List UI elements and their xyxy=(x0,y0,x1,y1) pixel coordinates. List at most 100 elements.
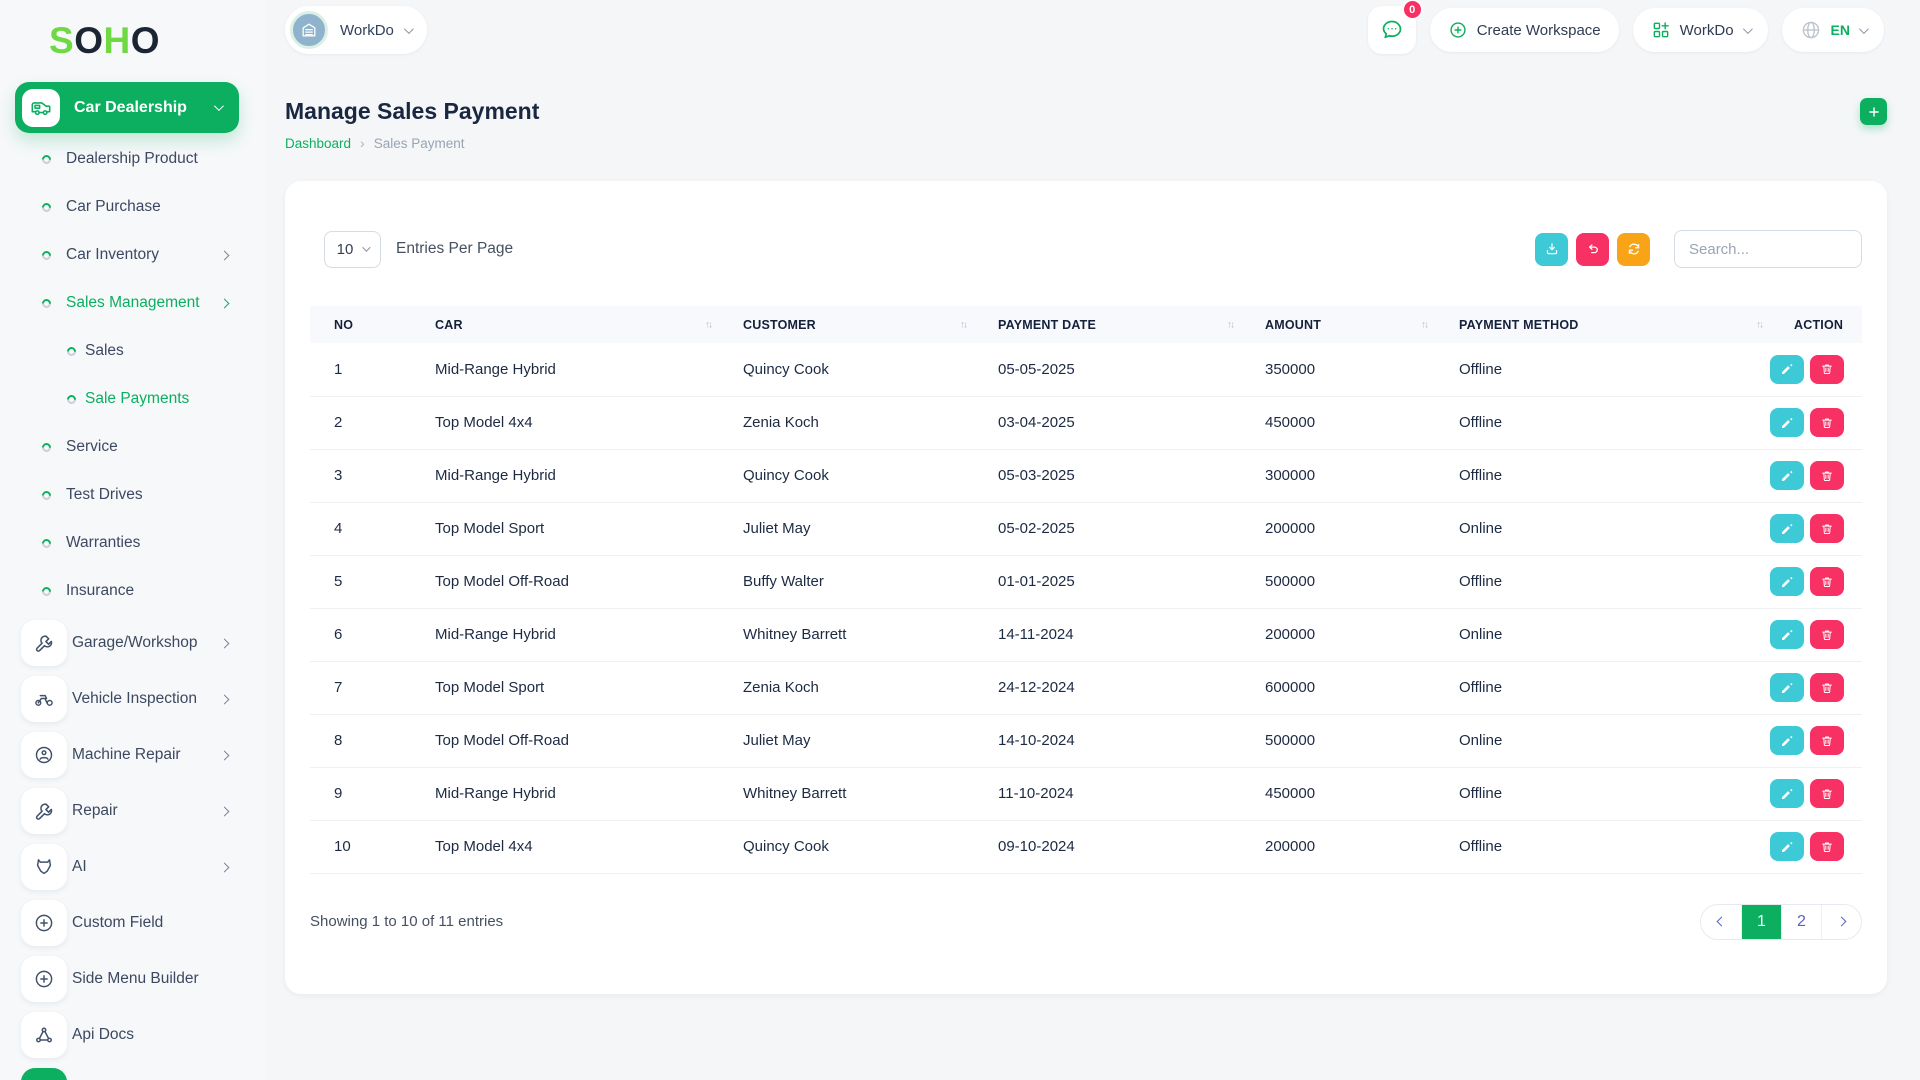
add-payment-button[interactable] xyxy=(1860,98,1887,125)
sidebar-item[interactable]: Warranties xyxy=(0,519,265,567)
edit-button[interactable] xyxy=(1770,673,1804,702)
cell-payment-date: 03-04-2025 xyxy=(974,396,1241,449)
pagination-next[interactable] xyxy=(1821,905,1861,939)
workspace-selector[interactable]: WorkDo xyxy=(285,6,427,54)
delete-button[interactable] xyxy=(1810,408,1844,437)
menu-icon xyxy=(21,788,67,834)
sidebar-item[interactable]: Car Purchase xyxy=(0,183,265,231)
sort-icon: ↑↓ xyxy=(1421,319,1427,330)
column-header[interactable]: CAR ↑↓ xyxy=(411,306,719,343)
column-header[interactable]: NO xyxy=(310,306,411,343)
cell-no: 5 xyxy=(310,555,411,608)
column-header[interactable]: CUSTOMER ↑↓ xyxy=(719,306,974,343)
sidebar-item[interactable]: Test Drives xyxy=(0,471,265,519)
refresh-icon xyxy=(1626,241,1642,257)
app-button-label: Car Dealership xyxy=(74,99,187,117)
sidebar-item[interactable]: Machine Repair xyxy=(0,727,265,783)
column-header[interactable]: PAYMENT METHOD ↑↓ xyxy=(1435,306,1770,343)
page-title: Manage Sales Payment xyxy=(285,98,539,125)
cell-amount: 450000 xyxy=(1241,396,1435,449)
edit-button[interactable] xyxy=(1770,461,1804,490)
delete-button[interactable] xyxy=(1810,567,1844,596)
sidebar-item-car-dealership[interactable]: Car Dealership xyxy=(15,82,239,133)
reset-button[interactable] xyxy=(1576,233,1609,266)
language-selector[interactable]: EN xyxy=(1782,8,1884,52)
cell-car: Mid-Range Hybrid xyxy=(411,449,719,502)
sidebar-item[interactable]: Service xyxy=(0,423,265,471)
edit-button[interactable] xyxy=(1770,620,1804,649)
delete-button[interactable] xyxy=(1810,355,1844,384)
trash-icon xyxy=(1820,681,1834,695)
sidebar-item[interactable]: Sales xyxy=(0,327,265,375)
cell-amount: 600000 xyxy=(1241,661,1435,714)
entries-per-page-select[interactable]: 10 xyxy=(324,231,381,268)
search-input[interactable] xyxy=(1674,230,1862,268)
sidebar-item[interactable]: Garage/Workshop xyxy=(0,615,265,671)
sidebar-item[interactable]: Car Inventory xyxy=(0,231,265,279)
pencil-icon xyxy=(1780,628,1794,642)
workspace-name: WorkDo xyxy=(340,22,394,39)
column-header[interactable]: PAYMENT DATE ↑↓ xyxy=(974,306,1241,343)
pencil-icon xyxy=(1780,522,1794,536)
sidebar-item[interactable]: Dealership Product xyxy=(0,135,265,183)
cell-no: 4 xyxy=(310,502,411,555)
delete-button[interactable] xyxy=(1810,726,1844,755)
menu-icon xyxy=(21,1012,67,1058)
pagination-page[interactable]: 1 xyxy=(1741,905,1781,939)
edit-button[interactable] xyxy=(1770,832,1804,861)
download-icon xyxy=(1544,241,1560,257)
sidebar-item[interactable]: Api Docs xyxy=(0,1007,265,1063)
delete-button[interactable] xyxy=(1810,514,1844,543)
export-button[interactable] xyxy=(1535,233,1568,266)
sidebar-item[interactable]: Vehicle Inspection xyxy=(0,671,265,727)
sidebar-item-label: Machine Repair xyxy=(72,746,181,764)
create-workspace-button[interactable]: Create Workspace xyxy=(1430,8,1619,52)
cell-customer: Quincy Cook xyxy=(719,820,974,873)
sidebar-item-label: Warranties xyxy=(66,534,140,552)
pagination-page[interactable]: 2 xyxy=(1781,905,1821,939)
sidebar-item[interactable] xyxy=(0,1063,265,1080)
sidebar-item[interactable]: Custom Field xyxy=(0,895,265,951)
edit-button[interactable] xyxy=(1770,514,1804,543)
app-logo[interactable]: SOHO xyxy=(49,20,160,62)
pencil-icon xyxy=(1780,840,1794,854)
trash-icon xyxy=(1820,840,1834,854)
sidebar-item-label: Service xyxy=(66,438,118,456)
cell-customer: Zenia Koch xyxy=(719,396,974,449)
delete-button[interactable] xyxy=(1810,461,1844,490)
cell-payment-method: Offline xyxy=(1435,820,1770,873)
table-row: 4 Top Model Sport Juliet May 05-02-2025 … xyxy=(310,502,1862,555)
breadcrumb-dashboard-link[interactable]: Dashboard xyxy=(285,136,351,151)
delete-button[interactable] xyxy=(1810,779,1844,808)
edit-button[interactable] xyxy=(1770,779,1804,808)
page-header: Manage Sales Payment Dashboard › Sales P… xyxy=(285,98,1887,151)
cell-payment-date: 09-10-2024 xyxy=(974,820,1241,873)
messages-button[interactable]: 0 xyxy=(1368,6,1416,54)
pencil-icon xyxy=(1780,469,1794,483)
cell-no: 1 xyxy=(310,343,411,396)
plus-circle-icon xyxy=(1448,20,1468,40)
cell-customer: Quincy Cook xyxy=(719,343,974,396)
edit-button[interactable] xyxy=(1770,726,1804,755)
sidebar-item[interactable]: AI xyxy=(0,839,265,895)
sidebar-item[interactable]: Side Menu Builder xyxy=(0,951,265,1007)
refresh-button[interactable] xyxy=(1617,233,1650,266)
sidebar-item[interactable]: Sale Payments xyxy=(0,375,265,423)
column-header[interactable]: ACTION xyxy=(1770,306,1862,343)
column-header[interactable]: AMOUNT ↑↓ xyxy=(1241,306,1435,343)
chevron-right-icon xyxy=(220,750,230,760)
sidebar-item[interactable]: Sales Management xyxy=(0,279,265,327)
cell-car: Top Model Off-Road xyxy=(411,555,719,608)
edit-button[interactable] xyxy=(1770,355,1804,384)
cell-amount: 200000 xyxy=(1241,820,1435,873)
delete-button[interactable] xyxy=(1810,832,1844,861)
edit-button[interactable] xyxy=(1770,408,1804,437)
delete-button[interactable] xyxy=(1810,673,1844,702)
pagination-prev[interactable] xyxy=(1701,905,1741,939)
workdo-menu-button[interactable]: WorkDo xyxy=(1633,8,1768,52)
delete-button[interactable] xyxy=(1810,620,1844,649)
edit-button[interactable] xyxy=(1770,567,1804,596)
sidebar-item[interactable]: Repair xyxy=(0,783,265,839)
sidebar-item[interactable]: Insurance xyxy=(0,567,265,615)
cell-car: Mid-Range Hybrid xyxy=(411,343,719,396)
